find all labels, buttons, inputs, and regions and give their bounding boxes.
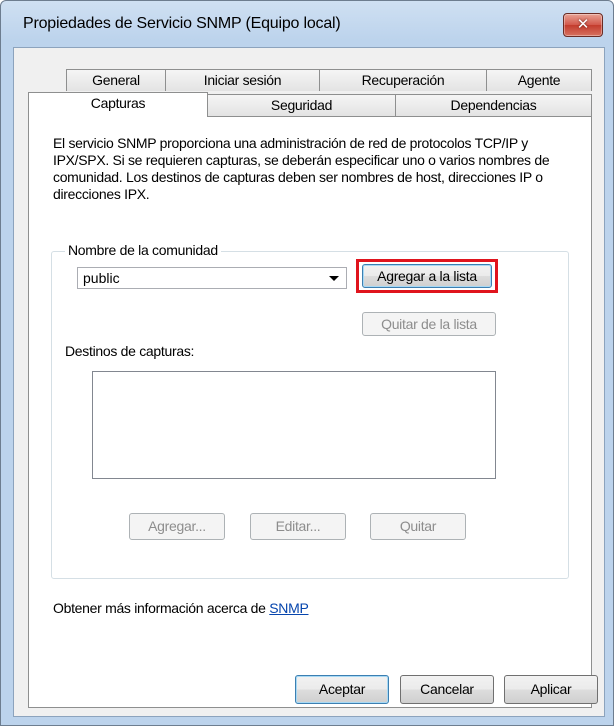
more-info-label: Obtener más información acerca de: [53, 600, 270, 616]
tab-iniciar-sesion[interactable]: Iniciar sesión: [165, 69, 320, 91]
trap-destinations-label: Destinos de capturas:: [65, 343, 195, 359]
dialog-window: Propiedades de Servicio SNMP (Equipo loc…: [0, 0, 614, 726]
window-title: Propiedades de Servicio SNMP (Equipo loc…: [23, 15, 341, 32]
cancel-button[interactable]: Cancelar: [400, 675, 494, 704]
service-description: El servicio SNMP proporciona una adminis…: [53, 135, 550, 202]
apply-button[interactable]: Aplicar: [504, 675, 598, 704]
tab-recuperacion[interactable]: Recuperación: [319, 69, 487, 91]
edit-destination-button[interactable]: Editar...: [250, 513, 346, 540]
community-name-combobox[interactable]: public: [77, 267, 347, 289]
tab-general[interactable]: General: [66, 69, 166, 91]
snmp-help-link[interactable]: SNMP: [269, 600, 309, 616]
remove-destination-button[interactable]: Quitar: [370, 513, 466, 540]
close-icon: ✕: [576, 15, 590, 33]
dialog-client-area: General Iniciar sesión Recuperación Agen…: [13, 47, 605, 717]
tab-agente[interactable]: Agente: [486, 69, 592, 91]
more-info-text: Obtener más información acerca de SNMP: [53, 600, 309, 616]
tab-seguridad[interactable]: Seguridad: [207, 94, 396, 116]
add-destination-button[interactable]: Agregar...: [129, 513, 225, 540]
tab-capturas[interactable]: Capturas: [28, 92, 208, 117]
highlight-box: [356, 259, 498, 293]
community-name-value: public: [83, 270, 120, 286]
tab-panel-capturas: El servicio SNMP proporciona una adminis…: [28, 116, 592, 708]
trap-destinations-list[interactable]: [92, 371, 496, 479]
ok-button[interactable]: Aceptar: [295, 675, 389, 704]
title-bar[interactable]: Propiedades de Servicio SNMP (Equipo loc…: [1, 1, 613, 47]
remove-from-list-button[interactable]: Quitar de la lista: [362, 312, 496, 336]
close-button[interactable]: ✕: [563, 13, 603, 37]
chevron-down-icon[interactable]: [329, 276, 339, 281]
tab-dependencias[interactable]: Dependencias: [395, 94, 592, 116]
community-group-label: Nombre de la comunidad: [65, 242, 221, 258]
